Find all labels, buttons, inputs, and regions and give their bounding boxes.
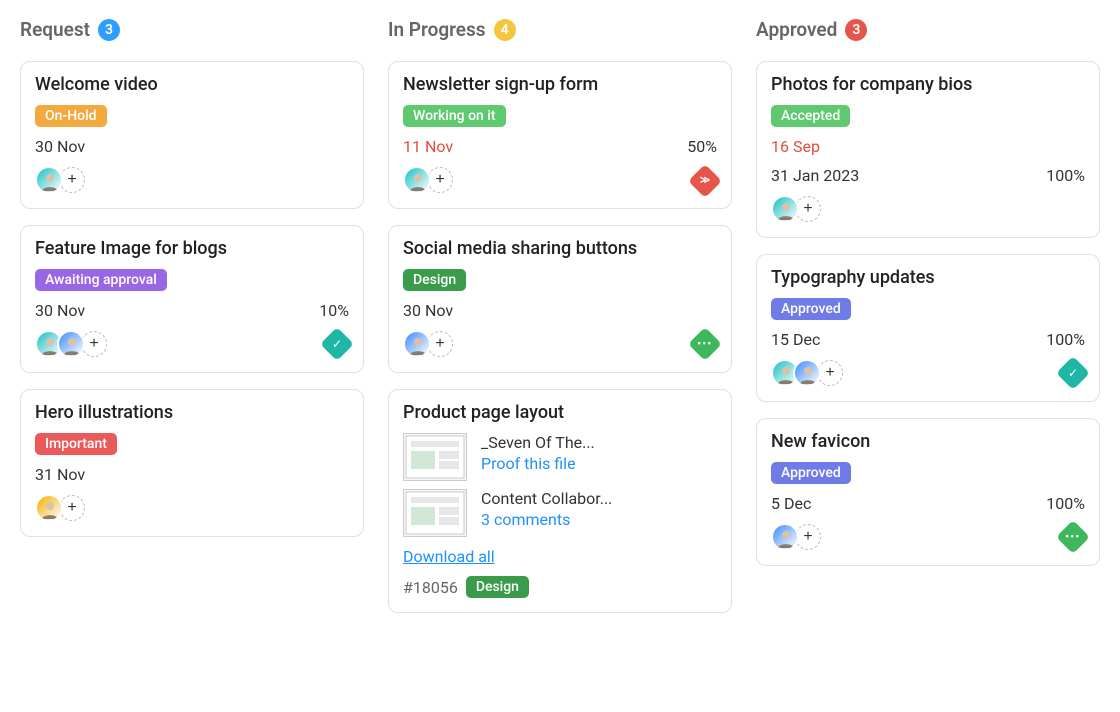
priority-wrap: ≫ xyxy=(693,168,717,193)
card-date: 30 Nov xyxy=(403,301,453,320)
card-title: Photos for company bios xyxy=(771,74,1085,95)
download-all-link[interactable]: Download all xyxy=(403,547,495,566)
card-title: New favicon xyxy=(771,431,1085,452)
avatar xyxy=(403,330,431,358)
assignees: + xyxy=(771,195,821,223)
column-header: In Progress 4 xyxy=(388,18,732,45)
column-title: Request xyxy=(20,18,90,41)
progress-percent: 50% xyxy=(687,137,717,156)
priority-wrap: ••• xyxy=(693,332,717,356)
progress-percent: 100% xyxy=(1046,330,1085,349)
attachment-link[interactable]: Proof this file xyxy=(481,454,595,473)
card[interactable]: Social media sharing buttons Design 30 No… xyxy=(388,225,732,373)
card-date: 31 Nov xyxy=(35,465,85,484)
avatar xyxy=(793,359,821,387)
column-title: In Progress xyxy=(388,18,486,41)
card-title: Typography updates xyxy=(771,267,1085,288)
avatar xyxy=(35,166,63,194)
attachment-thumb xyxy=(403,433,467,481)
assignees: + xyxy=(35,330,107,358)
card[interactable]: Newsletter sign-up form Working on it 11 … xyxy=(388,61,732,209)
avatar xyxy=(35,494,63,522)
column-header: Approved 3 xyxy=(756,18,1100,45)
avatar xyxy=(771,523,799,551)
avatar xyxy=(403,166,431,194)
status-pill: Working on it xyxy=(403,105,506,127)
priority-icon: ••• xyxy=(688,327,722,361)
card-date: 30 Nov xyxy=(35,301,85,320)
card-title: Social media sharing buttons xyxy=(403,238,717,259)
progress-percent: 100% xyxy=(1046,166,1085,185)
priority-wrap: ✓ xyxy=(1061,361,1085,385)
assignees: + xyxy=(35,166,85,194)
assignees: + xyxy=(771,523,821,551)
status-pill: Design xyxy=(466,576,529,598)
priority-icon: ✓ xyxy=(320,327,354,361)
assignees: + xyxy=(403,166,453,194)
card-date: 11 Nov xyxy=(403,137,453,156)
attachments: _Seven Of The... Proof this file Content… xyxy=(403,433,717,537)
card-title: Welcome video xyxy=(35,74,349,95)
column-count-badge: 3 xyxy=(98,19,120,41)
status-pill: Approved xyxy=(771,298,851,320)
avatar xyxy=(771,195,799,223)
task-id: #18056 xyxy=(403,578,458,597)
avatar xyxy=(57,330,85,358)
card[interactable]: Welcome video On-Hold 30 Nov + xyxy=(20,61,364,209)
card-title: Newsletter sign-up form xyxy=(403,74,717,95)
card-date: 30 Nov xyxy=(35,137,85,156)
card-meta: #18056 Design xyxy=(403,576,717,598)
card[interactable]: New favicon Approved 5 Dec 100% + ••• xyxy=(756,418,1100,566)
column: In Progress 4 Newsletter sign-up form Wor… xyxy=(388,18,732,613)
card[interactable]: Photos for company bios Accepted 16 Sep 31… xyxy=(756,61,1100,238)
attachment-link[interactable]: 3 comments xyxy=(481,510,612,529)
column: Request 3 Welcome videoOn-Hold 30 Nov + … xyxy=(20,18,364,613)
assignees: + xyxy=(35,494,85,522)
status-pill: Awaiting approval xyxy=(35,269,167,291)
card[interactable]: Typography updates Approved 15 Dec 100% +… xyxy=(756,254,1100,402)
card-title: Product page layout xyxy=(403,402,717,423)
priority-icon: ≫ xyxy=(688,164,722,198)
assignees: + xyxy=(771,359,843,387)
column-count-badge: 4 xyxy=(494,19,516,41)
card[interactable]: Hero illustrations Important 31 Nov + xyxy=(20,389,364,537)
card-title: Hero illustrations xyxy=(35,402,349,423)
column-title: Approved xyxy=(756,18,837,41)
status-pill: Approved xyxy=(771,462,851,484)
assignees: + xyxy=(403,330,453,358)
status-pill: Important xyxy=(35,433,117,455)
priority-wrap: ✓ xyxy=(325,332,349,356)
status-pill: On-Hold xyxy=(35,105,107,127)
progress-percent: 100% xyxy=(1046,494,1085,513)
status-pill: Accepted xyxy=(771,105,850,127)
status-pill: Design xyxy=(403,269,466,291)
card-date-secondary: 31 Jan 2023 xyxy=(771,166,859,185)
column-header: Request 3 xyxy=(20,18,364,45)
priority-wrap: ••• xyxy=(1061,525,1085,549)
column: Approved 3 Photos for company bios Accept… xyxy=(756,18,1100,613)
priority-icon: ••• xyxy=(1056,520,1090,554)
card-date: 15 Dec xyxy=(771,330,820,349)
column-count-badge: 3 xyxy=(845,19,867,41)
card-title: Feature Image for blogs xyxy=(35,238,349,259)
attachment-row[interactable]: _Seven Of The... Proof this file xyxy=(403,433,717,481)
card-date: 16 Sep xyxy=(771,137,1085,156)
progress-percent: 10% xyxy=(319,301,349,320)
attachment-row[interactable]: Content Collabor... 3 comments xyxy=(403,489,717,537)
attachment-name: _Seven Of The... xyxy=(481,433,595,452)
attachment-thumb xyxy=(403,489,467,537)
card[interactable]: Feature Image for blogs Awaiting approval… xyxy=(20,225,364,373)
card[interactable]: Product page layout _Seven Of The... Pro… xyxy=(388,389,732,613)
card-date: 5 Dec xyxy=(771,494,811,513)
priority-icon: ✓ xyxy=(1056,356,1090,390)
attachment-name: Content Collabor... xyxy=(481,489,612,508)
